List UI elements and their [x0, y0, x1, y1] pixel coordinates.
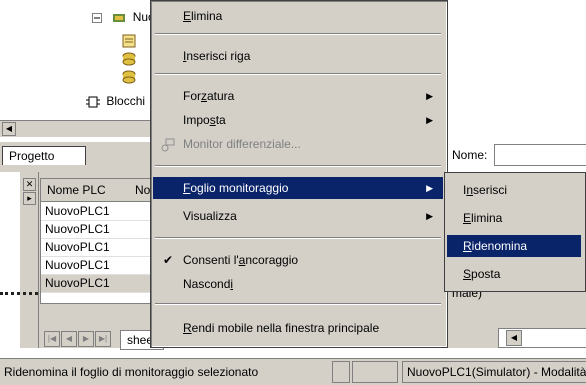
drag-connector: [0, 292, 38, 295]
status-text: Ridenomina il foglio di monitoraggio sel…: [4, 365, 259, 379]
table-row[interactable]: NuovoPLC1: [41, 221, 151, 239]
submenu-item-ridenomina[interactable]: Ridenomina: [447, 235, 581, 257]
table-row[interactable]: NuovoPLC1: [41, 239, 151, 257]
submenu-arrow-icon: ▶: [426, 211, 433, 221]
submenu-item-sposta[interactable]: Sposta: [447, 263, 581, 285]
menu-item-monitor-differenziale: Monitor differenziale...: [153, 133, 443, 155]
menu-separator: [155, 303, 441, 305]
program-icon: [122, 34, 138, 51]
collapse-icon[interactable]: [92, 12, 106, 24]
menu-item-consenti-ancoraggio[interactable]: ✔ Consenti l'ancoraggio: [153, 249, 443, 271]
memory-icon: [122, 70, 138, 87]
scroll-left-icon[interactable]: ◀: [2, 122, 16, 136]
submenu-item-elimina[interactable]: Elimina: [447, 207, 581, 229]
tree-node-label: Blocchi: [106, 94, 146, 108]
checkmark-icon: ✔: [163, 253, 174, 267]
close-icon[interactable]: ✕: [23, 178, 36, 191]
submenu-arrow-icon: ▶: [426, 183, 433, 193]
prev-sheet-icon[interactable]: ◀: [61, 331, 77, 347]
menu-separator: [155, 73, 441, 75]
menu-item-rendi-mobile[interactable]: Rendi mobile nella finestra principale: [153, 317, 443, 339]
menu-item-inserisci-riga[interactable]: Inserisci riga: [153, 45, 443, 67]
table-row[interactable]: NuovoPLC1: [41, 257, 151, 275]
plc-name-cell: NuovoPLC1: [45, 204, 110, 218]
menu-item-visualizza[interactable]: Visualizza ▶: [153, 205, 443, 227]
tab-progetto[interactable]: Progetto: [2, 146, 86, 165]
status-mode: NuovoPLC1(Simulator) - Modalità: [402, 361, 586, 383]
context-menu: Elimina Inserisci riga Forzatura ▶ Impost…: [150, 0, 448, 348]
tree-node-blocks[interactable]: Blocchi: [86, 94, 145, 108]
table-row[interactable]: NuovoPLC1: [41, 275, 151, 293]
menu-item-elimina[interactable]: Elimina: [153, 5, 443, 27]
next-sheet-icon[interactable]: ▶: [78, 331, 94, 347]
scroll-left-icon[interactable]: ◀: [506, 330, 522, 346]
submenu-foglio-monitoraggio: Inserisci Elimina Ridenomina Sposta: [444, 172, 586, 292]
first-sheet-icon[interactable]: |◀: [44, 331, 60, 347]
memory-icon: [122, 52, 138, 69]
name-field[interactable]: [494, 144, 586, 166]
last-sheet-icon[interactable]: ▶|: [95, 331, 111, 347]
plc-name-cell: NuovoPLC1: [45, 222, 110, 236]
plc-name-cell: NuovoPLC1: [45, 258, 110, 272]
menu-item-nascondi[interactable]: Nascondi: [153, 273, 443, 295]
menu-separator: [155, 237, 441, 239]
status-bar: Ridenomina il foglio di monitoraggio sel…: [0, 358, 586, 385]
plc-icon: [112, 12, 126, 24]
menu-separator: [155, 165, 441, 167]
docking-strip: ✕ ▸: [20, 172, 39, 348]
dock-icon[interactable]: ▸: [23, 192, 36, 205]
monitor-differential-icon: [161, 137, 175, 152]
submenu-arrow-icon: ▶: [426, 115, 433, 125]
plc-name-cell: NuovoPLC1: [45, 240, 110, 254]
status-segment: [332, 361, 350, 383]
table-row[interactable]: NuovoPLC1: [41, 203, 151, 221]
menu-separator: [155, 33, 441, 35]
status-segment: [352, 361, 398, 383]
watch-table: Nome PLC Nor NuovoPLC1 NuovoPLC1 NuovoPL…: [40, 178, 154, 304]
tree-hscrollbar[interactable]: ◀: [0, 120, 160, 137]
tree-node-plc[interactable]: Nuo: [92, 10, 155, 24]
name-label: Nome:: [452, 148, 488, 162]
table-header: Nome PLC Nor: [41, 179, 154, 202]
menu-item-forzatura[interactable]: Forzatura ▶: [153, 85, 443, 107]
menu-item-foglio-monitoraggio[interactable]: Foglio monitoraggio ▶: [153, 177, 443, 199]
blocks-icon: [86, 96, 100, 108]
plc-name-cell: NuovoPLC1: [45, 276, 110, 290]
sheet-nav-buttons: |◀ ◀ ▶ ▶|: [44, 330, 112, 348]
menu-item-imposta[interactable]: Imposta ▶: [153, 109, 443, 131]
project-tree-pane: Nuo Blocchi ◀: [0, 0, 161, 142]
submenu-arrow-icon: ▶: [426, 91, 433, 101]
column-header[interactable]: Nome PLC: [47, 183, 106, 197]
submenu-item-inserisci[interactable]: Inserisci: [447, 179, 581, 201]
